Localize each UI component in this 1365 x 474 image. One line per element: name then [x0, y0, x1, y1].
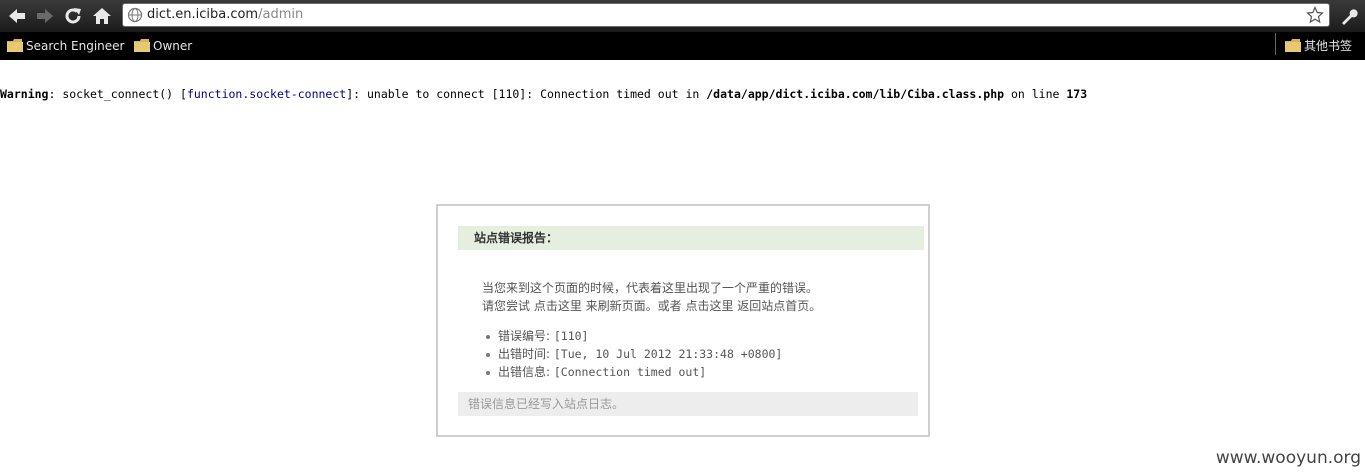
path-part: lib: [879, 87, 901, 101]
url-path: /admin: [258, 7, 304, 22]
error-details-list: 错误编号: [110] 出错时间: [Tue, 10 Jul 2012 21:3…: [482, 327, 782, 381]
detail-value: [Connection timed out]: [553, 365, 707, 379]
error-report-box: 站点错误报告： 当您来到这个页面的时候，代表着这里出现了一个严重的错误。 请您尝…: [436, 204, 930, 437]
detail-value: [Tue, 10 Jul 2012 21:33:48 +0800]: [553, 347, 783, 361]
error-message-line: 请您尝试 点击这里 来刷新页面。或者 点击这里 返回站点首页。: [482, 299, 822, 313]
url-text[interactable]: dict.en.iciba.com/admin: [147, 7, 303, 23]
path-file: Ciba.class.php: [907, 87, 1005, 101]
folder-icon: [134, 39, 150, 52]
globe-icon: [127, 7, 143, 23]
detail-value: [110]: [553, 329, 589, 343]
error-footer: 错误信息已经写入站点日志。: [458, 392, 918, 416]
detail-label: 错误编号:: [498, 329, 554, 343]
forward-arrow-icon[interactable]: [34, 5, 56, 27]
bookmark-star-icon[interactable]: [1306, 6, 1324, 24]
reload-icon[interactable]: [62, 5, 84, 27]
detail-label: 出错时间:: [498, 347, 554, 361]
bookmarks-bar: Search Engineer Owner 其他书签: [0, 32, 1365, 60]
bookmark-label: 其他书签: [1304, 39, 1353, 53]
error-message-line: 当您来到这个页面的时候，代表着这里出现了一个严重的错误。: [482, 281, 819, 295]
url-domain: dict.en.iciba.com: [147, 7, 259, 22]
bookmark-label: Owner: [153, 39, 193, 53]
bookmarks-divider: [1275, 33, 1276, 55]
bookmark-owner[interactable]: Owner: [134, 37, 192, 55]
address-bar[interactable]: dict.en.iciba.com/admin: [122, 3, 1330, 27]
error-detail-item: 出错时间: [Tue, 10 Jul 2012 21:33:48 +0800]: [482, 345, 782, 363]
path-sep: /: [768, 87, 776, 101]
folder-icon: [7, 39, 23, 52]
path-sep: /: [740, 87, 748, 101]
back-arrow-icon[interactable]: [6, 5, 28, 27]
other-bookmarks[interactable]: 其他书签: [1285, 37, 1352, 55]
warning-label: Warning: [0, 87, 49, 101]
path-part: dict.iciba.com: [775, 87, 873, 101]
folder-icon: [1285, 39, 1301, 52]
watermark: www.wooyun.org: [1215, 448, 1361, 468]
bookmark-label: Search Engineer: [26, 39, 125, 53]
home-icon[interactable]: [91, 5, 113, 27]
browser-toolbar: dict.en.iciba.com/admin: [0, 0, 1365, 32]
function-link[interactable]: function.socket-connect: [187, 87, 346, 101]
path-part: app: [747, 87, 769, 101]
warning-text: : socket_connect() [: [48, 87, 187, 101]
error-detail-item: 出错信息: [Connection timed out]: [482, 363, 782, 381]
detail-label: 出错信息:: [498, 365, 554, 379]
error-detail-item: 错误编号: [110]: [482, 327, 782, 345]
php-warning: Warning: socket_connect() [function.sock…: [0, 86, 1087, 102]
error-report-title: 站点错误报告：: [458, 226, 924, 250]
warning-text: on line: [1004, 87, 1067, 101]
line-number: 173: [1066, 87, 1088, 101]
bookmark-search-engineer[interactable]: Search Engineer: [7, 37, 124, 55]
path-part: data: [713, 87, 741, 101]
warning-text: ]: unable to connect [110]: Connection t…: [346, 87, 707, 101]
wrench-menu-icon[interactable]: [1338, 5, 1360, 27]
error-message: 当您来到这个页面的时候，代表着这里出现了一个严重的错误。 请您尝试 点击这里 来…: [482, 279, 821, 315]
